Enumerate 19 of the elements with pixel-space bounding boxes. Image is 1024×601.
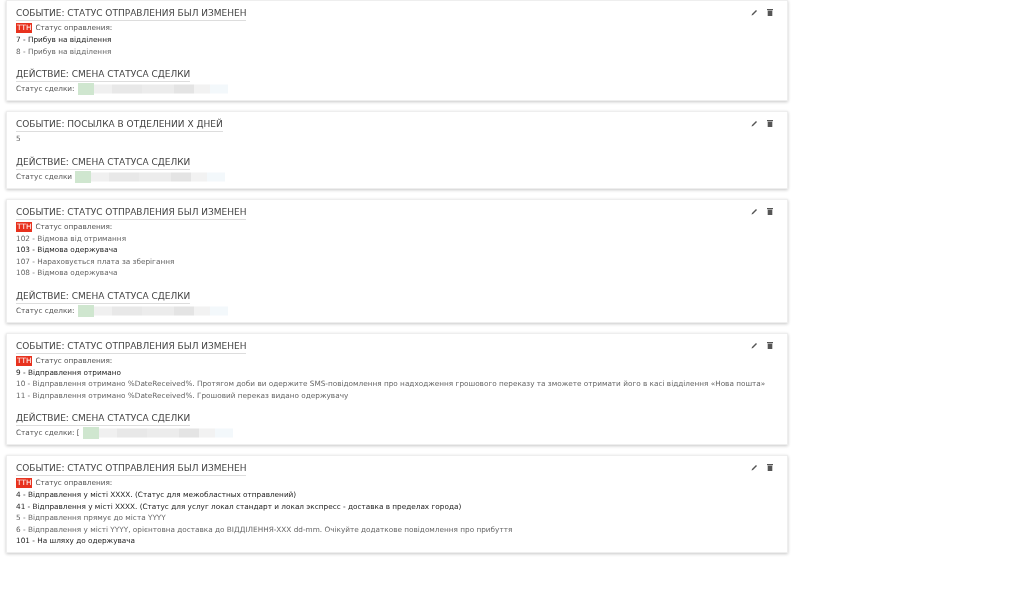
action-title: ДЕЙСТВИЕ: СМЕНА СТАТУСА СДЕЛКИ	[16, 68, 191, 82]
trash-icon[interactable]	[767, 9, 773, 16]
pencil-icon[interactable]	[751, 120, 758, 127]
action-title: ДЕЙСТВИЕ: СМЕНА СТАТУСА СДЕЛКИ	[16, 155, 191, 170]
trash-icon[interactable]	[767, 207, 773, 215]
trash-icon[interactable]	[767, 464, 773, 471]
pencil-icon[interactable]	[751, 9, 758, 16]
action-title: ДЕЙСТВИЕ: СМЕНА СТАТУСА СДЕЛКИ	[16, 412, 191, 426]
event-title: СОБЫТИЕ: СТАТУС ОТПРАВЛЕНИЯ БЫЛ ИЗМЕНЕН	[16, 462, 247, 476]
event-title: СОБЫТИЕ: СТАТУС ОТПРАВЛЕНИЯ БЫЛ ИЗМЕНЕН	[16, 205, 247, 220]
event-title: СОБЫТИЕ: ПОСЫЛКА В ОТДЕЛЕНИИ Х ДНЕЙ	[16, 118, 223, 132]
pencil-icon[interactable]	[751, 207, 758, 215]
pencil-icon[interactable]	[751, 341, 758, 349]
event-title: СОБЫТИЕ: СТАТУС ОТПРАВЛЕНИЯ БЫЛ ИЗМЕНЕН	[16, 339, 247, 354]
trash-icon[interactable]	[767, 120, 773, 127]
event-title: СОБЫТИЕ: СТАТУС ОТПРАВЛЕНИЯ БЫЛ ИЗМЕНЕН	[16, 7, 247, 21]
trash-icon[interactable]	[767, 341, 773, 349]
pencil-icon[interactable]	[751, 464, 758, 471]
action-title: ДЕЙСТВИЕ: СМЕНА СТАТУСА СДЕЛКИ	[16, 289, 191, 304]
